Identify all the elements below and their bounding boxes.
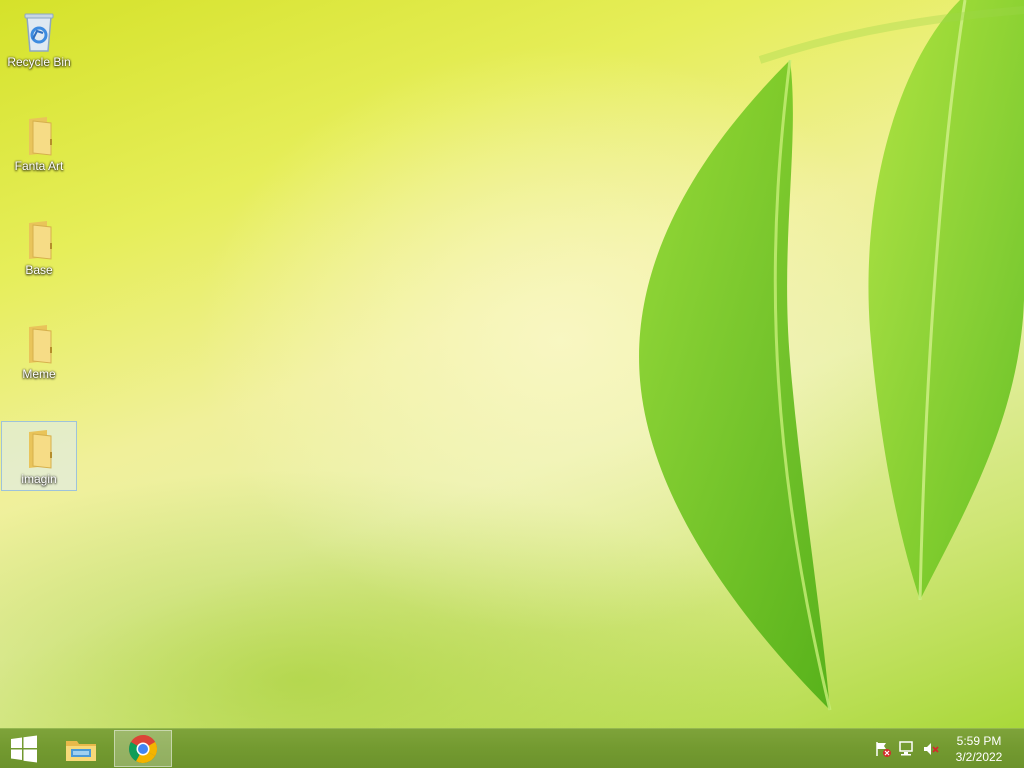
- speaker-muted-icon[interactable]: [922, 741, 940, 757]
- desktop-background[interactable]: Recycle Bin Fanta Art Base Meme imagin: [0, 0, 1024, 728]
- desktop-icon-label: Meme: [22, 367, 56, 381]
- taskbar: 5:59 PM 3/2/2022: [0, 728, 1024, 768]
- clock-time: 5:59 PM: [956, 734, 1002, 748]
- desktop-icon-recycle-bin[interactable]: Recycle Bin: [1, 4, 77, 74]
- chrome-taskbar-button[interactable]: [114, 730, 172, 767]
- desktop-icon-label: Fanta Art: [14, 159, 64, 173]
- folder-icon: [29, 221, 52, 260]
- recycle-bin-icon: [24, 13, 54, 52]
- file-explorer-icon: [66, 740, 96, 761]
- desktop-icon-fanta-art[interactable]: Fanta Art: [1, 108, 77, 178]
- desktop-icon-label: imagin: [21, 472, 57, 486]
- action-center-flag-icon[interactable]: [874, 741, 892, 757]
- file-explorer-button[interactable]: [57, 730, 105, 767]
- folder-icon: [29, 430, 52, 469]
- wallpaper-leaves: [639, 0, 1024, 711]
- start-button[interactable]: [0, 730, 48, 767]
- desktop-icon-label: Recycle Bin: [7, 55, 71, 69]
- desktop-icon-label: Base: [25, 263, 53, 277]
- chrome-icon: [129, 734, 157, 763]
- folder-icon: [29, 325, 52, 364]
- desktop-icon-meme[interactable]: Meme: [1, 316, 77, 386]
- windows-start-icon: [11, 735, 37, 762]
- folder-icon: [29, 117, 52, 156]
- clock-date: 3/2/2022: [955, 750, 1003, 764]
- network-icon[interactable]: [898, 741, 916, 757]
- desktop-icon-imagin[interactable]: imagin: [1, 421, 77, 491]
- system-clock[interactable]: 5:59 PM 3/2/2022: [944, 733, 1014, 765]
- desktop-icon-base[interactable]: Base: [1, 212, 77, 282]
